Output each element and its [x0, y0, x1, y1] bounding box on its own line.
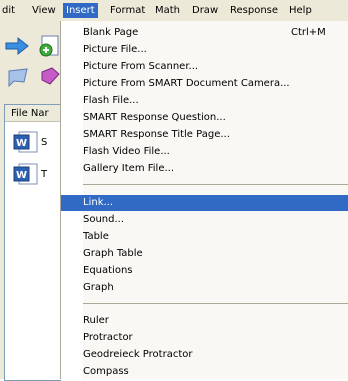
menu-item-graph[interactable]: Graph — [61, 280, 348, 296]
menu-item-ruler[interactable]: Ruler — [61, 313, 348, 329]
menu-item-response-question[interactable]: SMART Response Question... — [61, 110, 348, 126]
file-name-label: S — [41, 137, 48, 148]
svg-text:W: W — [16, 170, 27, 181]
file-panel: File Nar W S W T — [0, 98, 61, 381]
menu-response[interactable]: Response — [230, 3, 278, 18]
menu-item-blank-page[interactable]: Blank Page Ctrl+M — [61, 25, 348, 41]
menu-item-geodreieck-protractor[interactable]: Geodreieck Protractor — [61, 347, 348, 363]
menu-item-compass[interactable]: Compass — [61, 364, 348, 380]
menu-bar: dit View Insert Format Math Draw Respons… — [0, 0, 348, 21]
column-header-file-name[interactable]: File Nar — [5, 105, 61, 122]
menu-separator — [83, 303, 348, 304]
menu-math[interactable]: Math — [155, 3, 180, 18]
menu-item-graph-table[interactable]: Graph Table — [61, 246, 348, 262]
menu-item-gallery-item-file[interactable]: Gallery Item File... — [61, 161, 348, 177]
menu-item-flash-file[interactable]: Flash File... — [61, 93, 348, 109]
insert-menu-dropdown: Blank Page Ctrl+M Picture File... Pictur… — [60, 21, 348, 379]
menu-item-picture-from-scanner[interactable]: Picture From Scanner... — [61, 59, 348, 75]
file-list: File Nar W S W T — [4, 104, 61, 381]
word-document-icon: W — [13, 131, 38, 153]
shortcut-label: Ctrl+M — [291, 27, 326, 38]
eraser-icon[interactable] — [38, 66, 60, 88]
menu-separator — [83, 184, 348, 185]
menu-format[interactable]: Format — [110, 3, 145, 18]
menu-item-table[interactable]: Table — [61, 229, 348, 245]
file-name-label: T — [41, 169, 48, 180]
menu-item-flash-video-file[interactable]: Flash Video File... — [61, 144, 348, 160]
file-row[interactable]: W — [13, 163, 39, 188]
menu-insert[interactable]: Insert — [63, 3, 98, 18]
svg-text:W: W — [16, 138, 27, 149]
forward-arrow-icon[interactable] — [4, 35, 30, 57]
menu-help[interactable]: Help — [289, 3, 312, 18]
file-row[interactable]: W — [13, 131, 39, 156]
toolbar — [0, 21, 60, 98]
word-document-icon: W — [13, 163, 38, 185]
menu-item-protractor[interactable]: Protractor — [61, 330, 348, 346]
menu-item-response-title-page[interactable]: SMART Response Title Page... — [61, 127, 348, 143]
menu-item-sound[interactable]: Sound... — [61, 212, 348, 228]
menu-item-equations[interactable]: Equations — [61, 263, 348, 279]
add-page-icon[interactable] — [37, 34, 60, 58]
menu-edit[interactable]: dit — [2, 3, 15, 18]
menu-view[interactable]: View — [32, 3, 56, 18]
speech-bubble-icon[interactable] — [6, 67, 30, 87]
menu-draw[interactable]: Draw — [192, 3, 218, 18]
menu-item-picture-from-camera[interactable]: Picture From SMART Document Camera... — [61, 76, 348, 92]
menu-item-link[interactable]: Link... — [61, 195, 348, 211]
menu-item-picture-file[interactable]: Picture File... — [61, 42, 348, 58]
